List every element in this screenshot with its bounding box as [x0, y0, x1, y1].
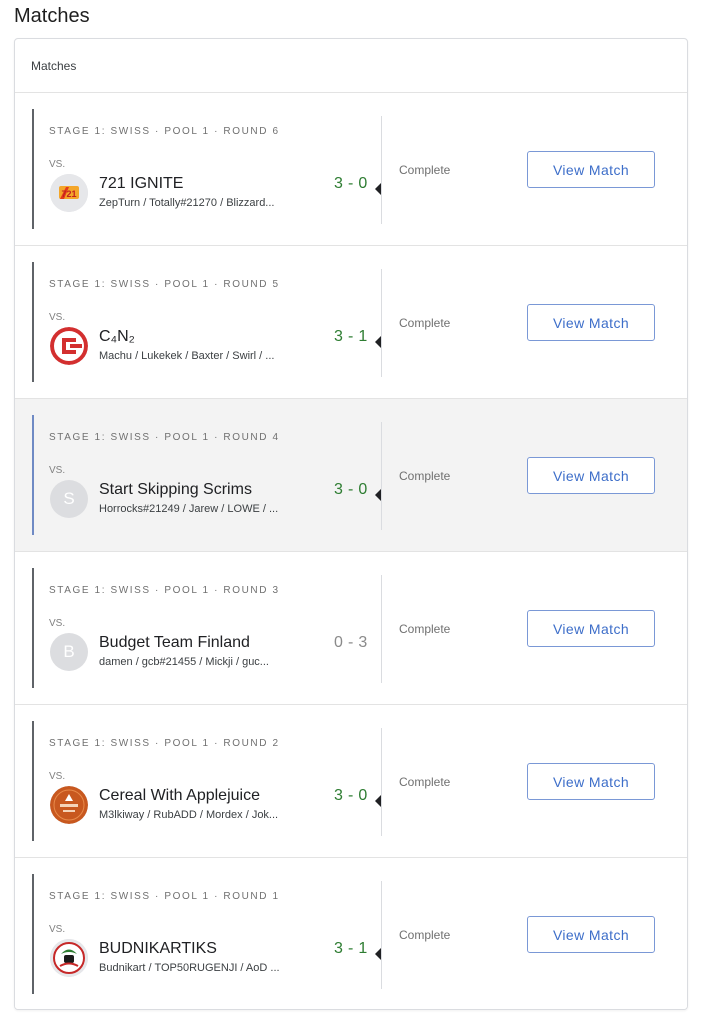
match-status: Complete: [399, 775, 451, 789]
avatar-letter: B: [63, 642, 75, 661]
vs-label: VS.: [49, 618, 66, 629]
team-roster: M3lkiway / RubADD / Mordex / Jok...: [99, 809, 279, 821]
match-row: STAGE 1: SWISS · POOL 1 · ROUND 4 VS. S …: [15, 399, 687, 552]
match-score: 3 - 1: [334, 328, 368, 345]
team-name: BUDNIKARTIKS: [99, 940, 217, 957]
match-status: Complete: [399, 163, 451, 177]
page-title: Matches: [14, 5, 90, 27]
vs-label: VS.: [49, 312, 66, 323]
vs-label: VS.: [49, 771, 66, 782]
match-score: 3 - 1: [334, 940, 368, 957]
view-match-button[interactable]: View Match: [527, 610, 655, 647]
stage-label: STAGE 1: SWISS · POOL 1 · ROUND 4: [49, 432, 280, 443]
team-roster: damen / gcb#21455 / Mickji / guc...: [99, 656, 269, 668]
match-score: 3 - 0: [334, 481, 368, 498]
team-avatar: S: [50, 480, 88, 518]
view-match-button[interactable]: View Match: [527, 457, 655, 494]
matches-card: Matches STAGE 1: SWISS · POOL 1 · ROUND …: [14, 38, 688, 1010]
team-avatar: [50, 327, 88, 365]
team-roster: Horrocks#21249 / Jarew / LOWE / ...: [99, 503, 279, 515]
team-roster: ZepTurn / Totally#21270 / Blizzard...: [99, 197, 275, 209]
match-row: STAGE 1: SWISS · POOL 1 · ROUND 6 VS. 72…: [15, 93, 687, 246]
stage-label: STAGE 1: SWISS · POOL 1 · ROUND 3: [49, 585, 280, 596]
team-avatar: [50, 786, 88, 824]
match-status: Complete: [399, 622, 451, 636]
team-avatar: B: [50, 633, 88, 671]
column-divider: [381, 728, 382, 836]
team-avatar: 721: [50, 174, 88, 212]
match-row: STAGE 1: SWISS · POOL 1 · ROUND 1 VS. BU…: [15, 858, 687, 1009]
vs-label: VS.: [49, 924, 66, 935]
stage-label: STAGE 1: SWISS · POOL 1 · ROUND 6: [49, 126, 280, 137]
721-ignite-logo-icon: 721: [50, 174, 88, 212]
vs-label: VS.: [49, 465, 66, 476]
team-roster: Budnikart / TOP50RUGENJI / AoD ...: [99, 962, 280, 974]
column-divider: [381, 116, 382, 224]
team-roster: Machu / Lukekek / Baxter / Swirl / ...: [99, 350, 275, 362]
team-name: C₄N₂: [99, 328, 135, 345]
match-row: STAGE 1: SWISS · POOL 1 · ROUND 2 VS. Ce…: [15, 705, 687, 858]
match-status: Complete: [399, 928, 451, 942]
column-divider: [381, 575, 382, 683]
row-accent-bar: [32, 874, 34, 994]
stage-label: STAGE 1: SWISS · POOL 1 · ROUND 1: [49, 891, 280, 902]
row-accent-bar: [32, 415, 34, 535]
view-match-button[interactable]: View Match: [527, 151, 655, 188]
match-row: STAGE 1: SWISS · POOL 1 · ROUND 5 VS. C₄…: [15, 246, 687, 399]
match-score: 3 - 0: [334, 787, 368, 804]
match-score: 0 - 3: [334, 634, 368, 651]
row-accent-bar: [32, 721, 34, 841]
column-divider: [381, 422, 382, 530]
match-score: 3 - 0: [334, 175, 368, 192]
svg-text:721: 721: [61, 189, 76, 199]
stage-label: STAGE 1: SWISS · POOL 1 · ROUND 5: [49, 279, 280, 290]
stage-label: STAGE 1: SWISS · POOL 1 · ROUND 2: [49, 738, 280, 749]
card-header: Matches: [15, 39, 687, 93]
team-name: 721 IGNITE: [99, 175, 184, 192]
view-match-button[interactable]: View Match: [527, 916, 655, 953]
match-status: Complete: [399, 469, 451, 483]
match-row: STAGE 1: SWISS · POOL 1 · ROUND 3 VS. B …: [15, 552, 687, 705]
row-accent-bar: [32, 568, 34, 688]
team-avatar: [50, 939, 88, 977]
team-name: Start Skipping Scrims: [99, 481, 252, 498]
view-match-button[interactable]: View Match: [527, 763, 655, 800]
budnikartiks-logo-icon: [50, 939, 88, 977]
row-accent-bar: [32, 262, 34, 382]
vs-label: VS.: [49, 159, 66, 170]
column-divider: [381, 881, 382, 989]
cereal-logo-icon: [50, 786, 88, 824]
team-name: Budget Team Finland: [99, 634, 250, 651]
c4n2-logo-icon: [50, 327, 88, 365]
view-match-button[interactable]: View Match: [527, 304, 655, 341]
match-status: Complete: [399, 316, 451, 330]
row-accent-bar: [32, 109, 34, 229]
column-divider: [381, 269, 382, 377]
avatar-letter: S: [63, 489, 75, 508]
team-name: Cereal With Applejuice: [99, 787, 260, 804]
